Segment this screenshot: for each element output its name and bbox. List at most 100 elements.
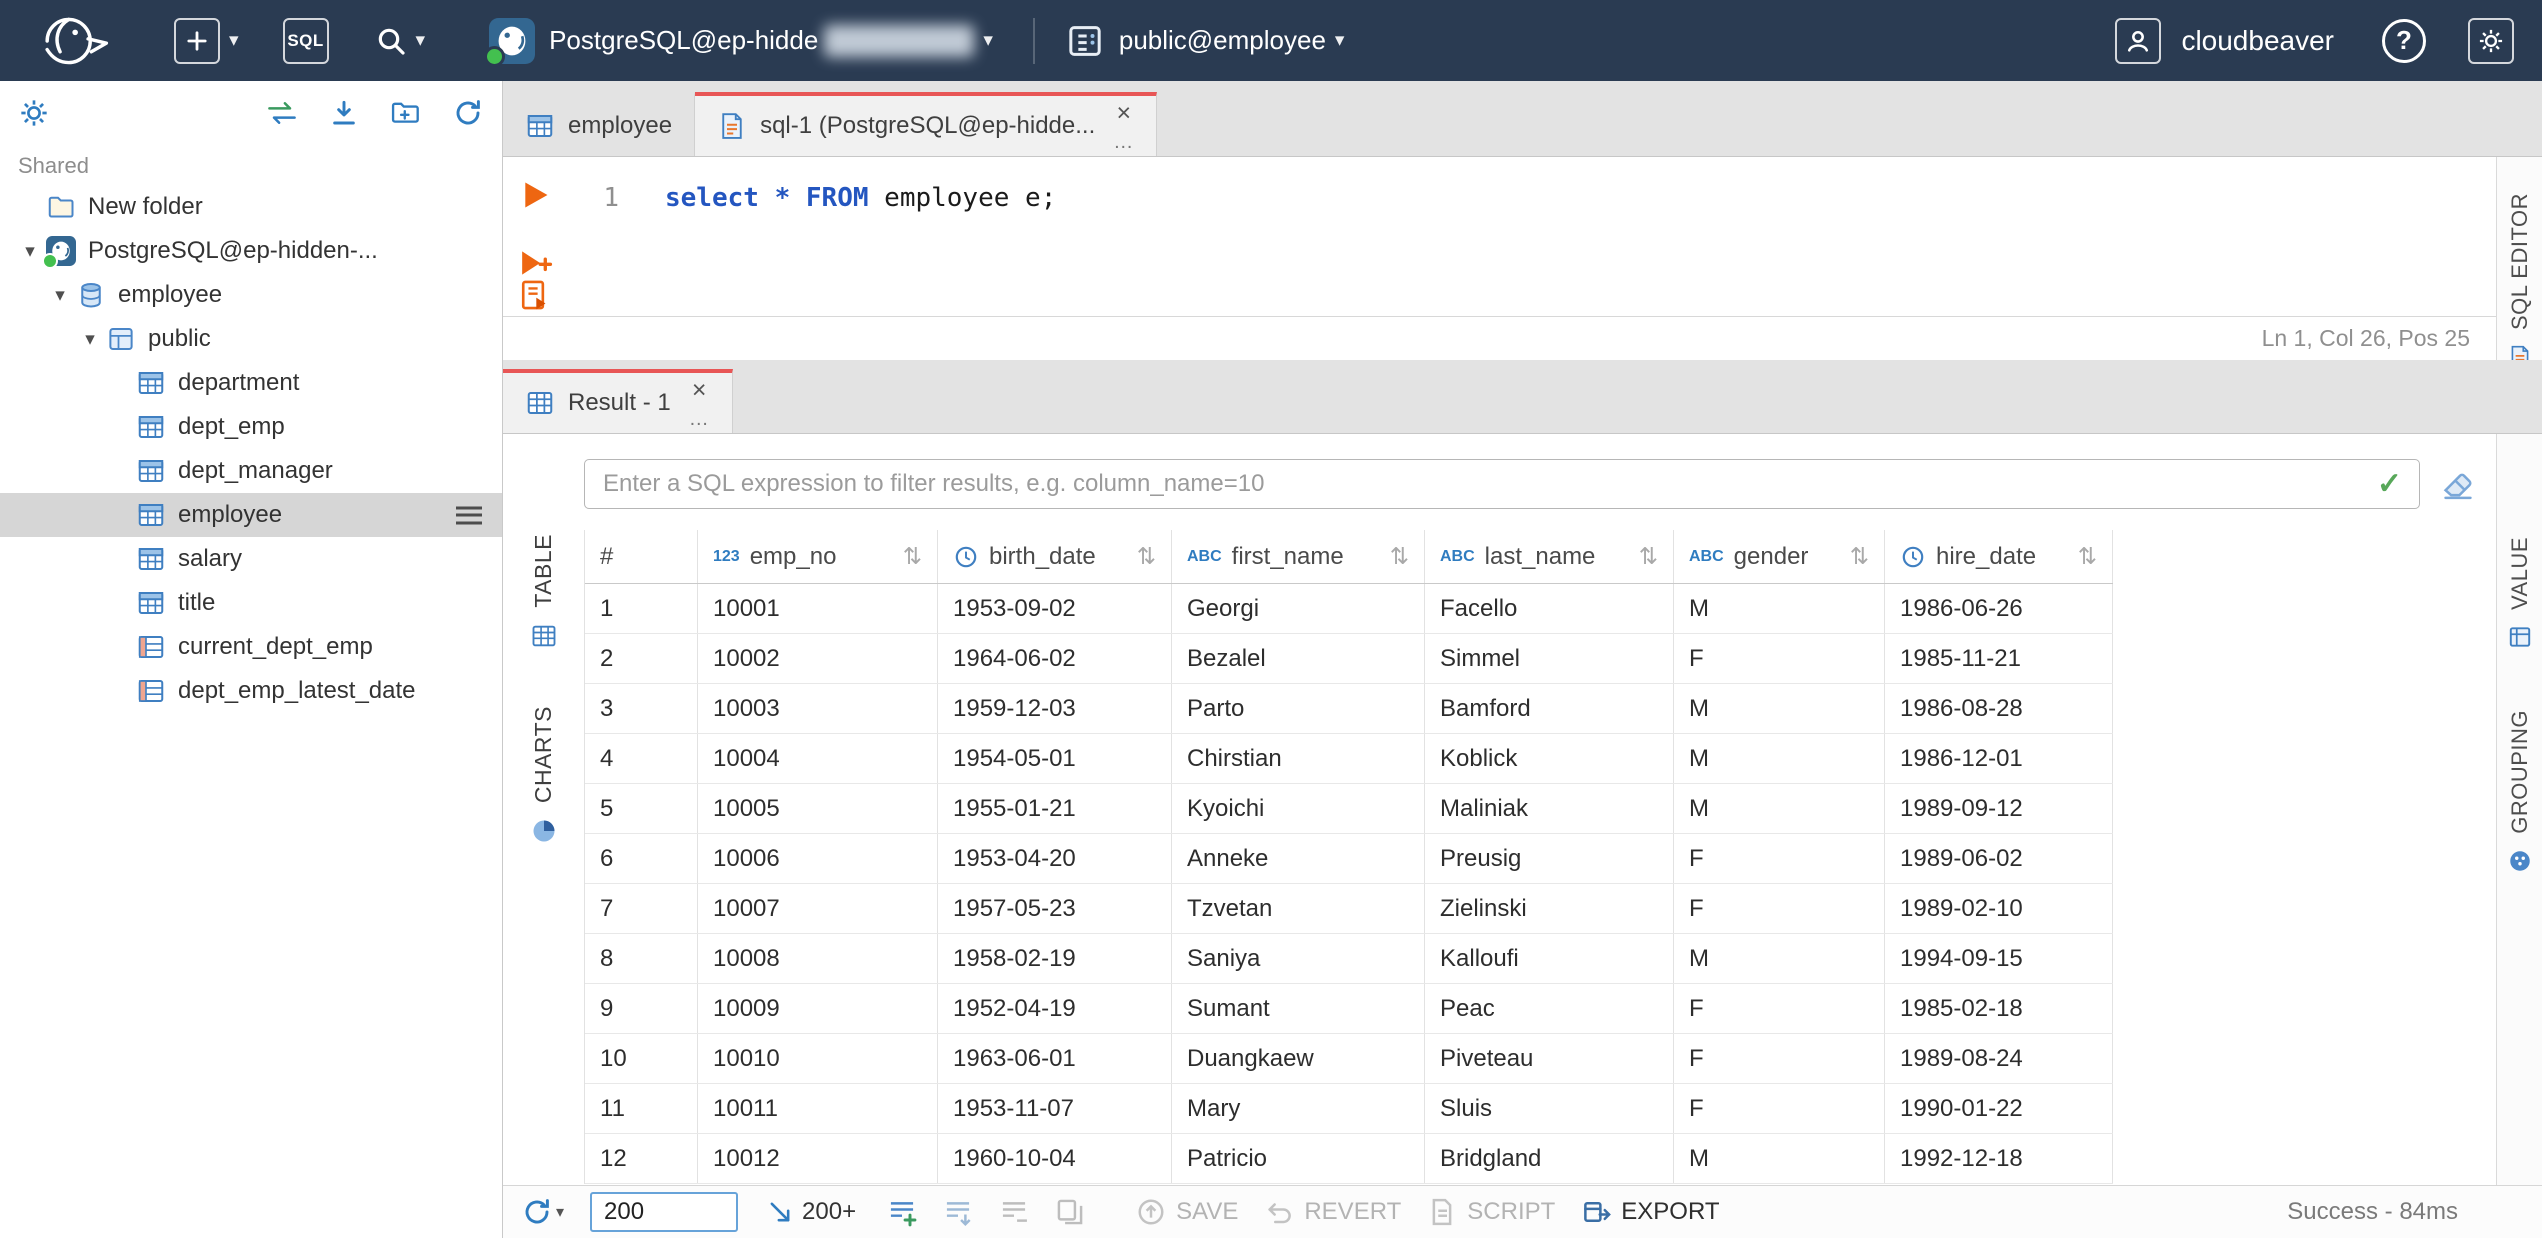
tab-menu-icon[interactable]: … — [689, 409, 710, 429]
row-number-cell[interactable]: 6 — [585, 834, 698, 883]
table-cell[interactable]: Kalloufi — [1425, 934, 1674, 983]
column-header-first_name[interactable]: ABC first_name ⇅ — [1172, 530, 1425, 583]
table-row[interactable]: 1 10001 1953-09-02 Georgi Facello M 1986-06-26 — [585, 584, 2113, 634]
row-number-cell[interactable]: 9 — [585, 984, 698, 1033]
table-cell[interactable]: Facello — [1425, 584, 1674, 633]
table-cell[interactable]: F — [1674, 634, 1885, 683]
sort-icon[interactable]: ⇅ — [1838, 543, 1869, 570]
table-cell[interactable]: Preusig — [1425, 834, 1674, 883]
table-cell[interactable]: 1985-02-18 — [1885, 984, 2113, 1033]
chevron-down-icon[interactable]: ▾ — [416, 29, 426, 52]
collapse-all-icon[interactable] — [328, 97, 360, 129]
table-cell[interactable]: 1954-05-01 — [938, 734, 1172, 783]
table-cell[interactable]: Parto — [1172, 684, 1425, 733]
row-menu-icon[interactable] — [456, 502, 482, 529]
table-cell[interactable]: Bridgland — [1425, 1134, 1674, 1183]
table-cell[interactable]: 10003 — [698, 684, 938, 733]
column-header-last_name[interactable]: ABC last_name ⇅ — [1425, 530, 1674, 583]
column-header-birth_date[interactable]: birth_date ⇅ — [938, 530, 1172, 583]
vtab-sql-editor[interactable]: SQL EDITOR — [2497, 193, 2542, 370]
table-cell[interactable]: 1990-01-22 — [1885, 1084, 2113, 1133]
vtab-table[interactable]: TABLE — [503, 534, 584, 650]
table-cell[interactable]: 1986-12-01 — [1885, 734, 2113, 783]
settings-button[interactable] — [2468, 17, 2514, 64]
table-cell[interactable]: Simmel — [1425, 634, 1674, 683]
new-folder-icon[interactable] — [390, 97, 422, 129]
chevron-down-icon[interactable]: ▾ — [556, 1202, 564, 1222]
refresh-results-button[interactable]: ▾ — [521, 1196, 564, 1228]
table-cell[interactable]: 10007 — [698, 884, 938, 933]
table-row[interactable]: 10 10010 1963-06-01 Duangkaew Piveteau F 1989-… — [585, 1034, 2113, 1084]
table-cell[interactable]: Saniya — [1172, 934, 1425, 983]
table-cell[interactable]: Koblick — [1425, 734, 1674, 783]
table-cell[interactable]: Sumant — [1172, 984, 1425, 1033]
revert-button[interactable]: REVERT — [1264, 1197, 1401, 1227]
new-connection-button[interactable]: ▾ — [174, 17, 239, 64]
table-cell[interactable]: Piveteau — [1425, 1034, 1674, 1083]
table-cell[interactable]: 10010 — [698, 1034, 938, 1083]
row-number-cell[interactable]: 12 — [585, 1134, 698, 1183]
table-cell[interactable]: Bezalel — [1172, 634, 1425, 683]
table-cell[interactable]: M — [1674, 584, 1885, 633]
table-cell[interactable]: 1964-06-02 — [938, 634, 1172, 683]
table-cell[interactable]: 10002 — [698, 634, 938, 683]
table-cell[interactable]: F — [1674, 1084, 1885, 1133]
table-cell[interactable]: Chirstian — [1172, 734, 1425, 783]
table-row[interactable]: 3 10003 1959-12-03 Parto Bamford M 1986-08-28 — [585, 684, 2113, 734]
table-cell[interactable]: F — [1674, 834, 1885, 883]
close-icon[interactable]: × — [1116, 101, 1131, 126]
table-cell[interactable]: 10011 — [698, 1084, 938, 1133]
tree-item-postgresql-ep-hidden[interactable]: ▾ PostgreSQL@ep-hidden-... — [0, 229, 502, 273]
tree-item-employee[interactable]: ▾ employee — [0, 273, 502, 317]
table-cell[interactable]: M — [1674, 784, 1885, 833]
table-row[interactable]: 7 10007 1957-05-23 Tzvetan Zielinski F 1989-02… — [585, 884, 2113, 934]
row-number-cell[interactable]: 3 — [585, 684, 698, 733]
tree-item-employee[interactable]: employee — [0, 493, 502, 537]
tree-item-dept-manager[interactable]: dept_manager — [0, 449, 502, 493]
duplicate-row-icon[interactable] — [1054, 1196, 1086, 1228]
script-button[interactable]: SCRIPT — [1427, 1197, 1555, 1227]
vtab-value[interactable]: VALUE — [2497, 537, 2542, 650]
table-row[interactable]: 5 10005 1955-01-21 Kyoichi Maliniak M 1989-09-… — [585, 784, 2113, 834]
chevron-down-icon[interactable]: ▾ — [44, 284, 76, 307]
sql-code[interactable]: select * FROM employee e; — [619, 157, 1056, 316]
tree-item-dept-emp[interactable]: dept_emp — [0, 405, 502, 449]
table-cell[interactable]: 1953-11-07 — [938, 1084, 1172, 1133]
tree-item-public[interactable]: ▾ public — [0, 317, 502, 361]
column-header-emp_no[interactable]: 123 emp_no ⇅ — [698, 530, 938, 583]
close-icon[interactable]: × — [692, 378, 707, 403]
sidebar-settings-gear-icon[interactable] — [18, 97, 50, 129]
table-row[interactable]: 4 10004 1954-05-01 Chirstian Koblick M 1986-12… — [585, 734, 2113, 784]
table-cell[interactable]: 1985-11-21 — [1885, 634, 2113, 683]
table-cell[interactable]: Bamford — [1425, 684, 1674, 733]
table-cell[interactable]: 1953-04-20 — [938, 834, 1172, 883]
table-cell[interactable]: 1986-08-28 — [1885, 684, 2113, 733]
table-cell[interactable]: Anneke — [1172, 834, 1425, 883]
delete-row-icon[interactable] — [998, 1196, 1030, 1228]
table-cell[interactable]: Tzvetan — [1172, 884, 1425, 933]
add-row-icon[interactable] — [886, 1196, 918, 1228]
table-cell[interactable]: 1952-04-19 — [938, 984, 1172, 1033]
table-cell[interactable]: F — [1674, 884, 1885, 933]
table-cell[interactable]: Kyoichi — [1172, 784, 1425, 833]
sync-connection-icon[interactable] — [266, 97, 298, 129]
table-cell[interactable]: Zielinski — [1425, 884, 1674, 933]
table-cell[interactable]: Maliniak — [1425, 784, 1674, 833]
table-row[interactable]: 8 10008 1958-02-19 Saniya Kalloufi M 1994-09-1… — [585, 934, 2113, 984]
tree-item-new-folder[interactable]: New folder — [0, 185, 502, 229]
row-number-cell[interactable]: 5 — [585, 784, 698, 833]
row-number-cell[interactable]: 2 — [585, 634, 698, 683]
column-header-rownum[interactable]: # — [585, 530, 698, 583]
tab-employee[interactable]: employee — [503, 92, 696, 156]
table-cell[interactable]: 1958-02-19 — [938, 934, 1172, 983]
table-cell[interactable]: 10009 — [698, 984, 938, 1033]
table-cell[interactable]: 1955-01-21 — [938, 784, 1172, 833]
schema-selector[interactable]: public@employee ▾ — [1065, 21, 1344, 61]
table-row[interactable]: 12 10012 1960-10-04 Patricio Bridgland M 1992-… — [585, 1134, 2113, 1184]
user-button[interactable] — [2115, 17, 2162, 64]
refresh-tree-icon[interactable] — [452, 97, 484, 129]
table-cell[interactable]: Peac — [1425, 984, 1674, 1033]
table-cell[interactable]: 1963-06-01 — [938, 1034, 1172, 1083]
table-cell[interactable]: M — [1674, 1134, 1885, 1183]
tree-item-title[interactable]: title — [0, 581, 502, 625]
